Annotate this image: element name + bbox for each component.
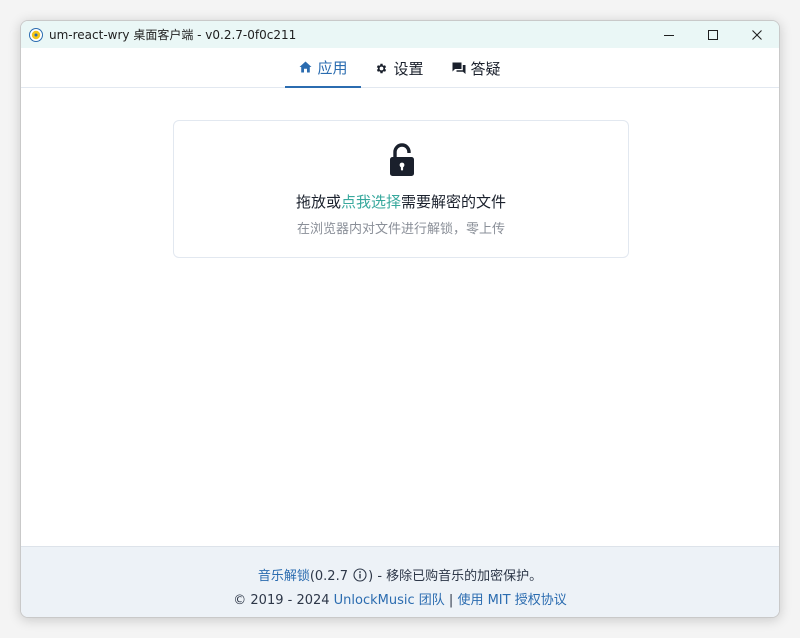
footer-version: (0.2.7 xyxy=(309,569,348,584)
close-icon xyxy=(752,29,762,40)
dropzone-title-prefix: 拖放或 xyxy=(295,193,341,211)
main-content: 拖放或点我选择需要解密的文件 在浏览器内对文件进行解锁，零上传 xyxy=(21,88,779,548)
footer-line-2: © 2019 - 2024 UnlockMusic 团队 | 使用 MIT 授权… xyxy=(21,589,779,608)
chat-icon xyxy=(452,62,465,74)
dropzone-title: 拖放或点我选择需要解密的文件 xyxy=(174,191,628,212)
minimize-icon xyxy=(664,34,674,36)
app-window: um-react-wry 桌面客户端 - v0.2.7-0f0c211 应用 设… xyxy=(20,20,780,618)
maximize-icon xyxy=(708,29,718,40)
tab-apps-label: 应用 xyxy=(317,58,348,77)
close-button[interactable] xyxy=(735,21,779,48)
tab-settings[interactable]: 设置 xyxy=(361,48,437,88)
maximize-button[interactable] xyxy=(691,21,735,48)
team-link[interactable]: UnlockMusic 团队 xyxy=(334,593,445,608)
gear-icon xyxy=(377,63,387,73)
window-controls xyxy=(647,21,779,48)
footer-line-1: 音乐解锁(0.2.7 ) - 移除已购音乐的加密保护。 xyxy=(21,565,779,584)
home-icon xyxy=(299,61,312,73)
tab-bar: 应用 设置 答疑 xyxy=(21,48,779,88)
file-dropzone[interactable]: 拖放或点我选择需要解密的文件 在浏览器内对文件进行解锁，零上传 xyxy=(173,120,629,258)
window-title: um-react-wry 桌面客户端 - v0.2.7-0f0c211 xyxy=(49,28,297,42)
dropzone-title-suffix: 需要解密的文件 xyxy=(401,193,507,211)
dropzone-subtitle: 在浏览器内对文件进行解锁，零上传 xyxy=(296,222,505,237)
title-bar[interactable]: um-react-wry 桌面客户端 - v0.2.7-0f0c211 xyxy=(21,21,779,48)
minimize-button[interactable] xyxy=(647,21,691,48)
tab-apps[interactable]: 应用 xyxy=(285,48,362,88)
app-name-link[interactable]: 音乐解锁 xyxy=(258,569,310,584)
footer-tagline: - 移除已购音乐的加密保护。 xyxy=(373,569,543,584)
unlock-icon xyxy=(390,143,414,176)
tab-faq-label: 答疑 xyxy=(470,59,501,78)
app-logo-icon xyxy=(29,27,43,42)
footer-copyright: © 2019 - 2024 xyxy=(233,593,334,608)
select-file-link[interactable]: 点我选择 xyxy=(341,193,401,211)
info-icon[interactable] xyxy=(353,568,367,582)
tab-faq[interactable]: 答疑 xyxy=(438,48,515,88)
tab-settings-label: 设置 xyxy=(393,59,424,78)
footer: 音乐解锁(0.2.7 ) - 移除已购音乐的加密保护。 © 2019 - 202… xyxy=(21,546,779,617)
footer-separator: | xyxy=(444,593,458,608)
license-link[interactable]: 使用 MIT 授权协议 xyxy=(457,593,566,608)
